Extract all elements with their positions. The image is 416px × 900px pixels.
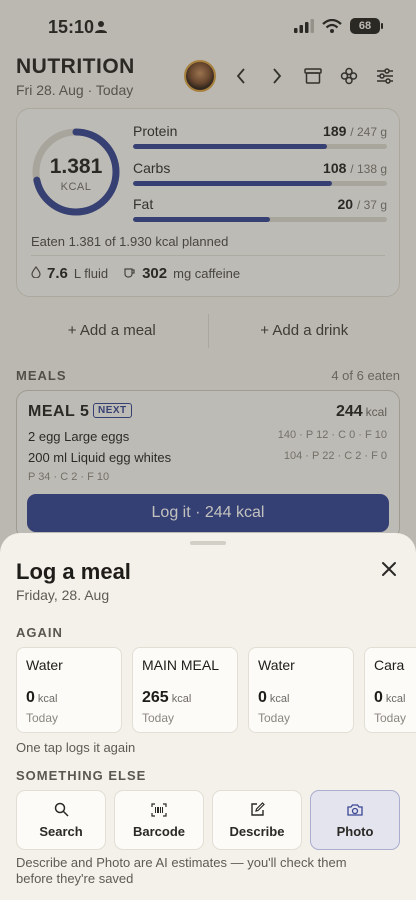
sheet-title: Log a meal (16, 559, 131, 584)
recent-meal-name: Water (258, 657, 295, 673)
barcode-icon (151, 802, 167, 818)
ai-disclaimer: Describe and Photo are AI estimates — yo… (16, 855, 347, 886)
something-else-section-label: SOMETHING ELSE (16, 768, 147, 783)
describe-label: Describe (229, 823, 285, 839)
recent-meals-carousel[interactable]: Water 0 kcal Today MAIN MEAL 265 kcal Toda… (16, 647, 416, 733)
recent-meal-kcal: 0 (26, 689, 35, 706)
again-section-label: AGAIN (16, 625, 63, 640)
search-label: Search (39, 823, 83, 839)
recent-meal-name: MAIN MEAL (142, 657, 220, 673)
recent-meal-card[interactable]: Water 0 kcal Today (16, 647, 122, 733)
recent-meal-kcal: 0 (374, 689, 383, 706)
recent-meal-when: Today (258, 711, 291, 725)
camera-icon (347, 802, 363, 818)
recent-meal-card[interactable]: MAIN MEAL 265 kcal Today (132, 647, 238, 733)
recent-meal-kcal: 265 (142, 689, 169, 706)
photo-label: Photo (336, 823, 374, 839)
recent-meal-kcal: 0 (258, 689, 267, 706)
recent-meal-when: Today (142, 711, 175, 725)
describe-button[interactable]: Describe (212, 790, 302, 850)
recent-meal-card[interactable]: Cara 0 kcal Today (364, 647, 416, 733)
close-icon[interactable] (380, 560, 398, 578)
sheet-grabber[interactable] (190, 541, 226, 545)
search-button[interactable]: Search (16, 790, 106, 850)
recent-meal-name: Cara (374, 657, 405, 673)
recent-meal-card[interactable]: Water 0 kcal Today (248, 647, 354, 733)
one-tap-hint: One tap logs it again (16, 740, 136, 755)
recent-meal-when: Today (26, 711, 59, 725)
recent-meal-when: Today (374, 711, 407, 725)
log-method-buttons: Search Barcode Describe Photo (16, 790, 400, 850)
photo-button[interactable]: Photo (310, 790, 400, 850)
barcode-label: Barcode (132, 823, 186, 839)
barcode-button[interactable]: Barcode (114, 790, 204, 850)
search-icon (53, 802, 69, 818)
pencil-square-icon (249, 802, 265, 818)
recent-meal-name: Water (26, 657, 63, 673)
sheet-date: Friday, 28. Aug (16, 587, 110, 603)
log-meal-sheet: Log a meal Friday, 28. Aug AGAIN Water 0… (0, 533, 416, 900)
